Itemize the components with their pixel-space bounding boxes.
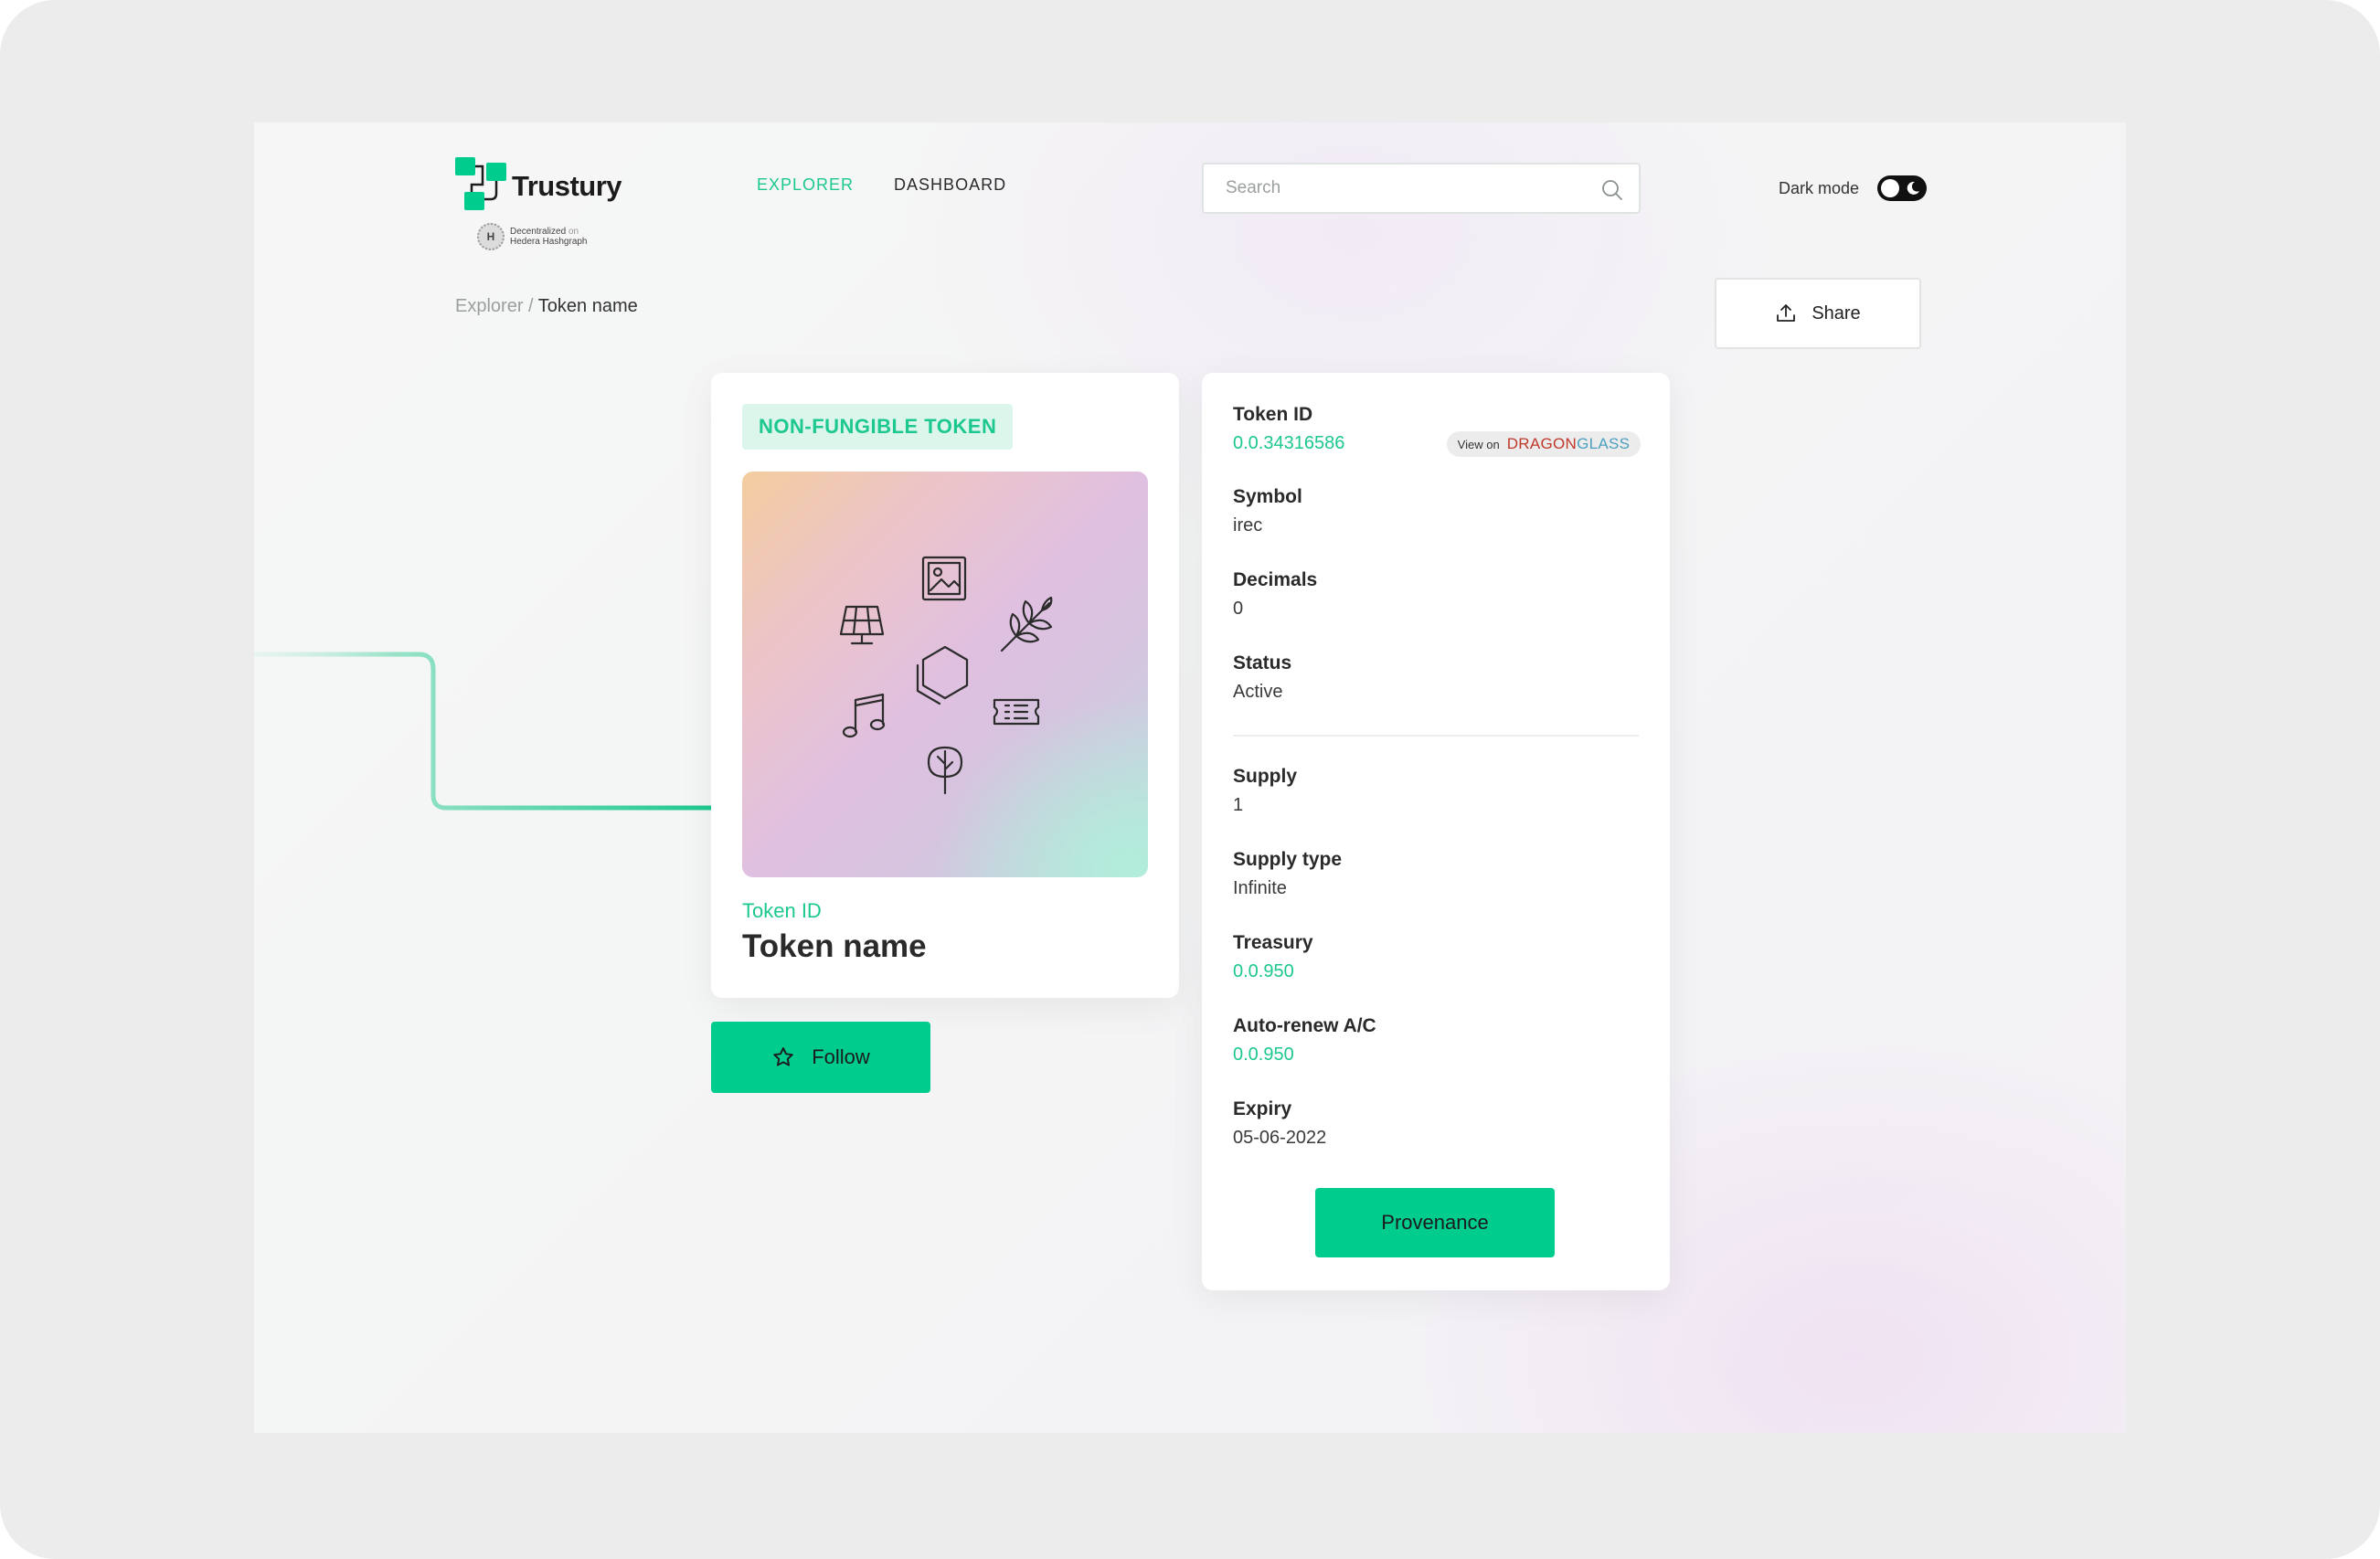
nav-explorer[interactable]: EXPLORER [757, 175, 854, 195]
hedera-line2: Hedera Hashgraph [510, 237, 588, 247]
wheat-icon [1000, 596, 1053, 652]
app-screen: Trustury H Decentralized on Hedera Hashg… [254, 122, 2126, 1433]
dragonglass-logo: DRAGONGLASS [1507, 435, 1631, 453]
field-token-id: Token ID 0.0.34316586 [1233, 404, 1344, 454]
card-token-name: Token name [742, 928, 927, 964]
breadcrumb: Explorer / Token name [455, 296, 638, 317]
dragonglass-brand-red: DRAGON [1506, 435, 1578, 452]
field-symbol: Symbol irec [1233, 486, 1302, 536]
hedera-icon: H [477, 223, 505, 250]
share-icon [1777, 304, 1796, 322]
search-box [1202, 163, 1641, 214]
search-input[interactable] [1204, 164, 1639, 212]
trustury-logo[interactable]: Trustury H Decentralized on Hedera Hashg… [455, 157, 638, 258]
treasury-value[interactable]: 0.0.950 [1233, 961, 1313, 982]
logo-mark-icon [455, 157, 506, 210]
treasury-label: Treasury [1233, 932, 1313, 953]
dragonglass-brand-blue: GLASS [1577, 435, 1631, 452]
token-id-value[interactable]: 0.0.34316586 [1233, 433, 1344, 454]
field-status: Status Active [1233, 652, 1291, 703]
search-icon[interactable] [1600, 178, 1624, 202]
auto-renew-label: Auto-renew A/C [1233, 1015, 1376, 1036]
token-card: NON-FUNGIBLE TOKEN Token ID Token name [711, 373, 1179, 998]
field-expiry: Expiry 05-06-2022 [1233, 1098, 1326, 1149]
dark-mode-toggle[interactable] [1877, 175, 1928, 201]
expiry-label: Expiry [1233, 1098, 1292, 1119]
field-supply-type: Supply type Infinite [1233, 849, 1342, 899]
field-treasury: Treasury 0.0.950 [1233, 932, 1313, 982]
token-image [742, 472, 1148, 877]
share-label: Share [1812, 302, 1861, 323]
hedera-line1: Decentralized [510, 227, 567, 237]
provenance-button[interactable]: Provenance [1315, 1188, 1555, 1257]
symbol-label: Symbol [1233, 486, 1302, 507]
picture-icon [921, 556, 967, 601]
dragonglass-prefix: View on [1457, 437, 1500, 451]
breadcrumb-explorer[interactable]: Explorer [455, 296, 523, 316]
tree-icon [927, 746, 963, 795]
card-token-id-label: Token ID [742, 899, 822, 922]
connector-full [254, 652, 711, 811]
dragonglass-link[interactable]: View on DRAGONGLASS [1447, 431, 1641, 457]
supply-label: Supply [1233, 766, 1298, 787]
status-label: Status [1233, 652, 1292, 673]
details-divider [1233, 735, 1639, 737]
supply-value: 1 [1233, 795, 1244, 815]
auto-renew-value[interactable]: 0.0.950 [1233, 1045, 1376, 1066]
supply-type-value: Infinite [1233, 878, 1287, 898]
status-value: Active [1233, 682, 1283, 702]
breadcrumb-separator: / [523, 296, 538, 316]
breadcrumb-current: Token name [537, 296, 638, 316]
dark-mode-control: Dark mode [1779, 172, 1928, 205]
moon-icon [1907, 181, 1920, 195]
field-supply: Supply 1 [1233, 766, 1297, 816]
ticket-icon [993, 698, 1040, 726]
supply-type-label: Supply type [1233, 849, 1343, 870]
solar-panel-icon [839, 605, 885, 645]
follow-label: Follow [812, 1045, 870, 1068]
follow-button[interactable]: Follow [711, 1022, 930, 1093]
hedera-badge: H Decentralized on Hedera Hashgraph [477, 223, 623, 254]
nav-dashboard[interactable]: DASHBOARD [894, 175, 1006, 195]
decimals-label: Decimals [1233, 569, 1318, 590]
music-note-icon [842, 693, 886, 738]
brand-name: Trustury [512, 170, 622, 202]
share-button[interactable]: Share [1715, 278, 1921, 349]
star-icon [773, 1047, 793, 1066]
hexagon-icon [916, 645, 969, 705]
expiry-value: 05-06-2022 [1233, 1128, 1327, 1148]
nft-badge: NON-FUNGIBLE TOKEN [742, 404, 1014, 450]
token-id-label: Token ID [1233, 404, 1313, 425]
main-nav: EXPLORER DASHBOARD [757, 175, 1006, 195]
toggle-knob [1881, 179, 1900, 197]
hedera-on: on [568, 227, 579, 237]
token-details-card: Token ID 0.0.34316586 View on DRAGONGLAS… [1202, 373, 1670, 1290]
symbol-value: irec [1233, 515, 1263, 536]
dark-mode-label: Dark mode [1779, 178, 1860, 197]
field-decimals: Decimals 0 [1233, 569, 1317, 620]
field-auto-renew: Auto-renew A/C 0.0.950 [1233, 1015, 1376, 1066]
decimals-value: 0 [1233, 599, 1244, 619]
